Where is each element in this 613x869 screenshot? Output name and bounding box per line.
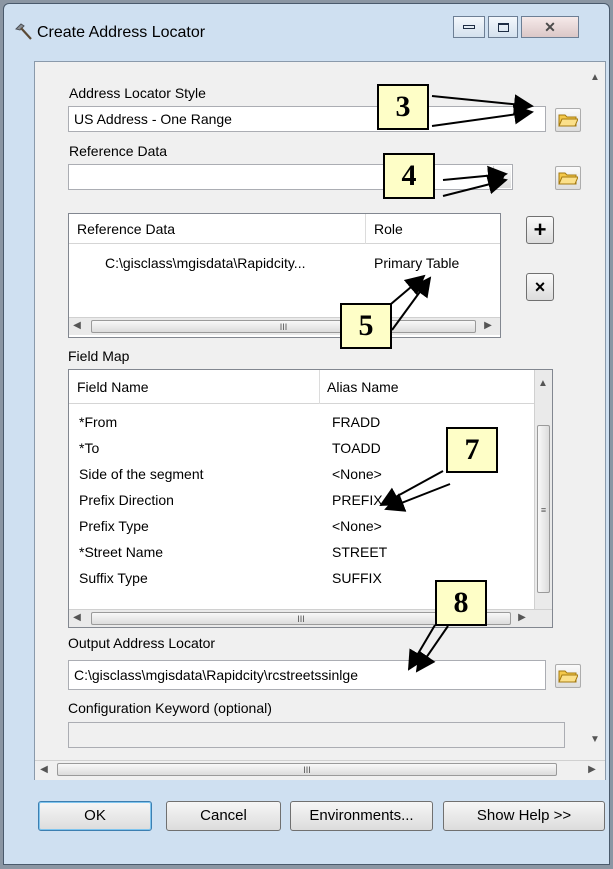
show-help-button[interactable]: Show Help >>: [443, 801, 605, 831]
locator-style-label: Address Locator Style: [69, 85, 206, 101]
config-keyword-label: Configuration Keyword (optional): [68, 700, 272, 716]
chevron-down-icon[interactable]: ▼: [493, 166, 511, 188]
reference-data-table: Reference Data Role C:\gisclass\mgisdata…: [68, 213, 501, 338]
dialog-vscrollbar[interactable]: ▲ ▼: [587, 66, 603, 754]
maximize-icon: [497, 22, 509, 32]
maximize-button[interactable]: [488, 16, 518, 38]
reference-data-column-header[interactable]: Reference Data: [69, 214, 366, 244]
alias-name-column-header[interactable]: Alias Name: [319, 370, 534, 404]
column-divider: [319, 370, 320, 404]
environments-button[interactable]: Environments...: [290, 801, 433, 831]
dialog-window: Create Address Locator ✕ Address Locator…: [3, 3, 610, 865]
browse-style-button[interactable]: [555, 108, 581, 132]
close-icon: ✕: [544, 18, 556, 35]
role-column-header[interactable]: Role: [366, 214, 500, 244]
reference-data-cell[interactable]: C:\gisclass\mgisdata\Rapidcity...: [105, 251, 363, 275]
scroll-right-icon[interactable]: ▶: [483, 318, 493, 334]
callout-7: 7: [446, 427, 498, 473]
close-button[interactable]: ✕: [521, 16, 579, 38]
alias-name-cell[interactable]: <None>: [332, 514, 527, 538]
field-name-cell[interactable]: *From: [79, 410, 317, 434]
column-divider: [365, 214, 366, 244]
field-map-vscrollbar[interactable]: ▲ ≡: [534, 370, 552, 609]
config-keyword-field[interactable]: [68, 722, 565, 748]
output-locator-label: Output Address Locator: [68, 635, 216, 651]
alias-name-cell[interactable]: STREET: [332, 540, 527, 564]
field-name-cell[interactable]: Prefix Direction: [79, 488, 317, 512]
minimize-icon: [463, 25, 475, 29]
output-locator-field[interactable]: C:\gisclass\mgisdata\Rapidcity\rcstreets…: [68, 660, 546, 690]
reference-data-label: Reference Data: [69, 143, 168, 159]
alias-name-cell[interactable]: SUFFIX: [332, 566, 527, 590]
window-title: Create Address Locator: [37, 24, 206, 41]
callout-4: 4: [383, 153, 435, 199]
field-name-cell[interactable]: Prefix Type: [79, 514, 317, 538]
alias-name-cell[interactable]: PREFIX: [332, 488, 527, 512]
scroll-thumb[interactable]: ≡: [537, 425, 550, 593]
ok-button[interactable]: OK: [38, 801, 152, 831]
remove-reference-button[interactable]: ×: [526, 273, 554, 301]
callout-5: 5: [340, 303, 392, 349]
minimize-button[interactable]: [453, 16, 485, 38]
hammer-icon: [15, 23, 32, 40]
field-name-cell[interactable]: *To: [79, 436, 317, 460]
folder-icon: [558, 670, 578, 683]
callout-8: 8: [435, 580, 487, 626]
scroll-left-icon[interactable]: ◀: [72, 610, 82, 626]
folder-icon: [558, 114, 578, 127]
field-map-label: Field Map: [68, 348, 130, 364]
scroll-up-icon[interactable]: ▲: [538, 376, 548, 392]
field-name-cell[interactable]: *Street Name: [79, 540, 317, 564]
callout-3: 3: [377, 84, 429, 130]
scroll-down-icon[interactable]: ▼: [590, 732, 600, 748]
field-name-column-header[interactable]: Field Name: [69, 370, 319, 404]
field-name-cell[interactable]: Side of the segment: [79, 462, 317, 486]
field-name-cell[interactable]: Suffix Type: [79, 566, 317, 590]
scroll-right-icon[interactable]: ▶: [517, 610, 527, 626]
scroll-left-icon[interactable]: ◀: [39, 762, 49, 778]
locator-style-field[interactable]: US Address - One Range: [68, 106, 546, 132]
add-reference-button[interactable]: +: [526, 216, 554, 244]
folder-icon: [558, 172, 578, 185]
cancel-button[interactable]: Cancel: [166, 801, 281, 831]
role-cell[interactable]: Primary Table: [374, 251, 499, 275]
browse-reference-button[interactable]: [555, 166, 581, 190]
browse-output-button[interactable]: [555, 664, 581, 688]
dialog-hscrollbar[interactable]: ◀ III ▶: [35, 760, 605, 780]
scroll-up-icon[interactable]: ▲: [590, 70, 600, 86]
scroll-thumb[interactable]: III: [91, 320, 476, 333]
reference-table-hscrollbar[interactable]: ◀ III ▶: [69, 317, 500, 335]
scroll-left-icon[interactable]: ◀: [72, 318, 82, 334]
dialog-client-area: Address Locator Style US Address - One R…: [34, 61, 606, 780]
scroll-thumb[interactable]: III: [57, 763, 557, 776]
scroll-right-icon[interactable]: ▶: [587, 762, 597, 778]
reference-data-dropdown[interactable]: [68, 164, 513, 190]
